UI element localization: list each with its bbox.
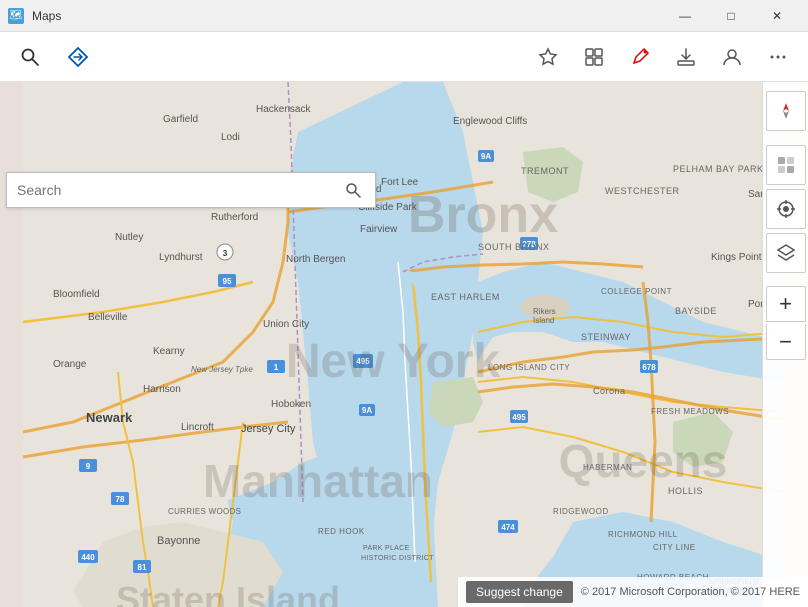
svg-text:Island: Island [533, 316, 554, 325]
svg-text:Hoboken: Hoboken [271, 399, 311, 410]
svg-text:440: 440 [81, 553, 95, 562]
svg-text:New Jersey Tpke: New Jersey Tpke [191, 365, 253, 374]
maximize-button[interactable]: □ [708, 0, 754, 32]
svg-text:PELHAM BAY PARK: PELHAM BAY PARK [673, 164, 764, 174]
svg-text:New York: New York [286, 335, 501, 388]
svg-text:78: 78 [116, 495, 125, 504]
svg-text:CURRIES WOODS: CURRIES WOODS [168, 507, 241, 516]
svg-text:RICHMOND HILL: RICHMOND HILL [608, 530, 678, 539]
svg-text:Orange: Orange [53, 359, 87, 370]
svg-text:Rikers: Rikers [533, 307, 556, 316]
svg-text:Bayonne: Bayonne [157, 535, 200, 547]
toolbar-right [526, 35, 800, 79]
svg-text:Lincroft: Lincroft [181, 422, 214, 433]
download-maps-button[interactable] [664, 35, 708, 79]
svg-text:81: 81 [138, 563, 147, 572]
directions-button[interactable] [56, 35, 100, 79]
svg-text:Garfield: Garfield [163, 114, 198, 125]
map-svg: 495 9A 9A 95 1 78 9 440 81 278 678 495 4… [0, 82, 808, 607]
svg-text:Lyndhurst: Lyndhurst [159, 252, 203, 263]
svg-text:STEINWAY: STEINWAY [581, 332, 631, 342]
svg-text:9A: 9A [362, 406, 372, 415]
location-button[interactable] [766, 189, 806, 229]
search-toggle-button[interactable] [8, 35, 52, 79]
svg-text:474: 474 [501, 523, 515, 532]
svg-text:Queens: Queens [559, 435, 728, 487]
svg-text:Jersey City: Jersey City [241, 423, 296, 435]
svg-text:Bloomfield: Bloomfield [53, 289, 100, 300]
svg-text:COLLEGE POINT: COLLEGE POINT [601, 287, 672, 296]
close-button[interactable]: ✕ [754, 0, 800, 32]
app-title: Maps [32, 9, 61, 23]
svg-text:Englewood Cliffs: Englewood Cliffs [453, 116, 527, 127]
svg-text:Harrison: Harrison [143, 384, 181, 395]
svg-text:Bronx: Bronx [408, 186, 558, 244]
svg-text:RED HOOK: RED HOOK [318, 527, 365, 536]
svg-text:Manhattan: Manhattan [203, 455, 433, 507]
svg-text:Kearny: Kearny [153, 346, 185, 357]
svg-text:Kings Point: Kings Point [711, 252, 762, 263]
svg-text:Staten Island: Staten Island [116, 579, 340, 607]
svg-text:9: 9 [86, 462, 91, 471]
svg-text:SOUTH BRONX: SOUTH BRONX [478, 242, 550, 252]
search-submit-button[interactable] [341, 180, 365, 200]
map-bottom-bar: Suggest change © 2017 Microsoft Corporat… [458, 577, 808, 607]
svg-text:Newark: Newark [86, 410, 133, 425]
svg-text:HOLLIS: HOLLIS [668, 486, 703, 496]
more-button[interactable] [756, 35, 800, 79]
svg-text:RIDGEWOOD: RIDGEWOOD [553, 507, 609, 516]
zoom-in-icon: + [779, 291, 792, 317]
svg-text:495: 495 [512, 413, 526, 422]
map-controls: + − [762, 82, 808, 607]
svg-text:Fort Lee: Fort Lee [381, 177, 419, 188]
svg-text:1: 1 [274, 363, 279, 372]
svg-text:Corona: Corona [593, 386, 626, 396]
svg-text:Fairview: Fairview [360, 224, 398, 235]
svg-text:95: 95 [223, 277, 232, 286]
map-style-button[interactable] [766, 145, 806, 185]
svg-text:FRESH MEADOWS: FRESH MEADOWS [651, 407, 729, 416]
svg-text:BAYSIDE: BAYSIDE [675, 306, 717, 316]
search-bar [6, 172, 376, 208]
svg-text:Belleville: Belleville [88, 312, 128, 323]
svg-text:PARK PLACE: PARK PLACE [363, 545, 409, 552]
ink-button[interactable] [618, 35, 662, 79]
title-bar: 🗺 Maps — □ ✕ [0, 0, 808, 32]
zoom-in-button[interactable]: + [766, 286, 806, 322]
svg-text:Rutherford: Rutherford [211, 212, 258, 223]
layers-button[interactable] [766, 233, 806, 273]
favorites-button[interactable] [526, 35, 570, 79]
map-container[interactable]: 495 9A 9A 95 1 78 9 440 81 278 678 495 4… [0, 82, 808, 607]
svg-text:Lodi: Lodi [221, 132, 240, 143]
zoom-out-icon: − [779, 329, 792, 355]
svg-text:9A: 9A [481, 152, 491, 161]
svg-text:HABERMAN: HABERMAN [583, 463, 632, 472]
svg-text:3: 3 [223, 249, 228, 258]
copyright-text: © 2017 Microsoft Corporation, © 2017 HER… [581, 586, 800, 598]
app-toolbar [0, 32, 808, 82]
svg-text:EAST HARLEM: EAST HARLEM [431, 292, 500, 302]
collections-button[interactable] [572, 35, 616, 79]
svg-text:HISTORIC DISTRICT: HISTORIC DISTRICT [361, 555, 434, 562]
zoom-out-button[interactable]: − [766, 324, 806, 360]
title-bar-controls: — □ ✕ [662, 0, 800, 32]
minimize-button[interactable]: — [662, 0, 708, 32]
svg-text:LONG ISLAND CITY: LONG ISLAND CITY [488, 363, 570, 372]
svg-text:Nutley: Nutley [115, 232, 143, 243]
svg-text:678: 678 [642, 363, 656, 372]
svg-text:Union City: Union City [263, 319, 309, 330]
app-icon: 🗺 [8, 8, 24, 24]
suggest-change-button[interactable]: Suggest change [466, 581, 573, 603]
svg-text:WESTCHESTER: WESTCHESTER [605, 186, 680, 196]
svg-text:CITY LINE: CITY LINE [653, 543, 696, 552]
search-input[interactable] [17, 182, 341, 198]
title-bar-left: 🗺 Maps [8, 8, 61, 24]
svg-text:North Bergen: North Bergen [286, 254, 345, 265]
svg-text:Hackensack: Hackensack [256, 104, 311, 115]
account-button[interactable] [710, 35, 754, 79]
compass-button[interactable] [766, 91, 806, 131]
svg-text:TREMONT: TREMONT [521, 166, 569, 176]
